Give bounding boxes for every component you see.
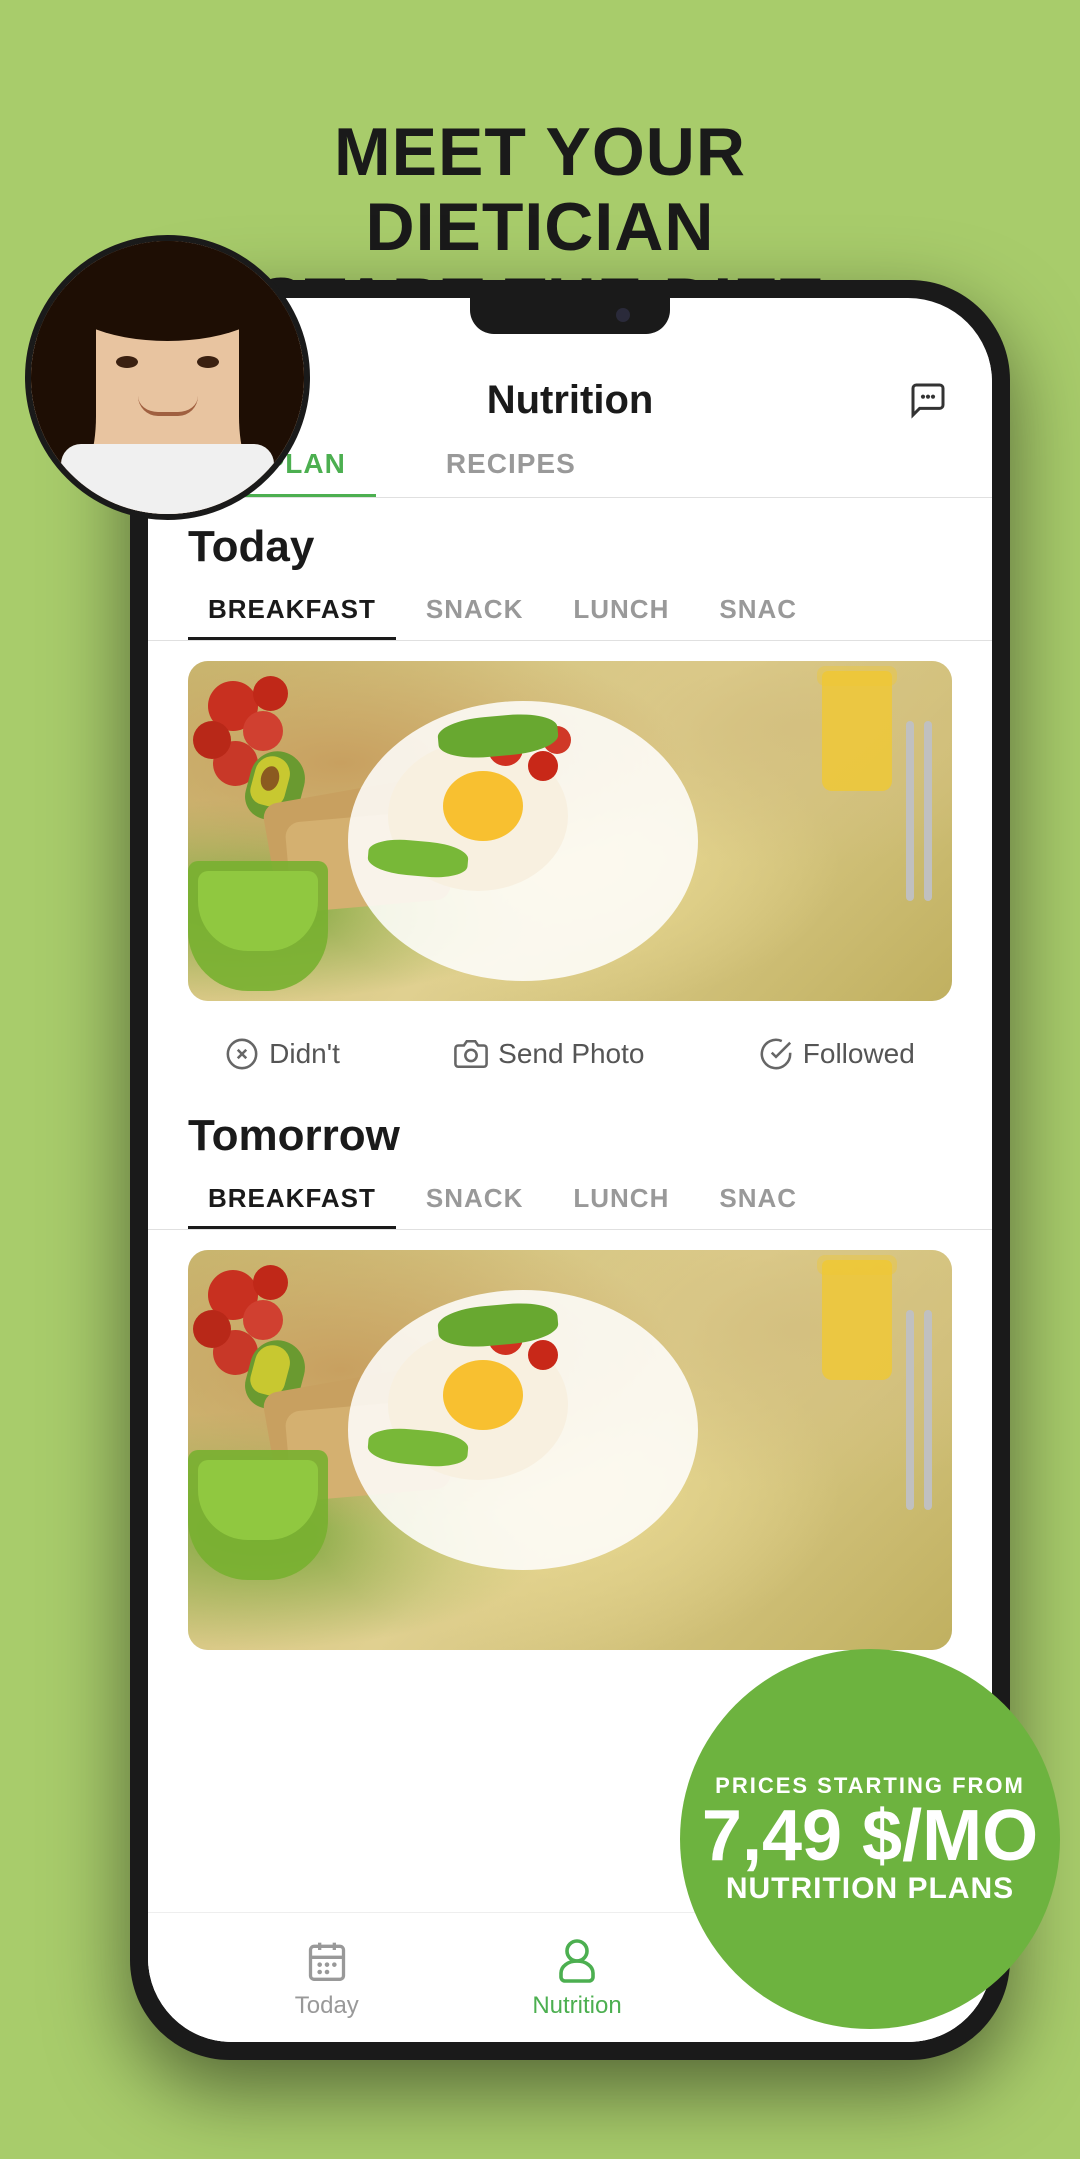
send-photo-button[interactable]: Send Photo [454, 1037, 644, 1071]
didnt-button[interactable]: Didn't [225, 1037, 340, 1071]
meal-tab-snack-tm[interactable]: SNACK [406, 1171, 543, 1229]
meal-tabs-today: BREAKFAST SNACK LUNCH SNAC [148, 582, 992, 641]
nav-nutrition-label: Nutrition [532, 1992, 621, 2020]
nav-today[interactable]: Today [295, 1936, 359, 2020]
nav-nutrition[interactable]: Nutrition [532, 1936, 621, 2020]
nav-title: Nutrition [236, 378, 904, 423]
phone-notch [470, 298, 670, 334]
meal-tab-snack[interactable]: SNACK [406, 582, 543, 640]
meal-tab-snack2-tm[interactable]: SNAC [699, 1171, 817, 1229]
dietician-avatar [25, 235, 310, 520]
meal-tab-breakfast-tm[interactable]: BREAKFAST [188, 1171, 396, 1229]
meal-tab-lunch-tm[interactable]: LUNCH [553, 1171, 689, 1229]
tab-recipes[interactable]: RECIPES [416, 434, 606, 497]
meal-tab-lunch[interactable]: LUNCH [553, 582, 689, 640]
nav-today-label: Today [295, 1992, 359, 2020]
camera-dot [616, 308, 630, 322]
price-plans: NUTRITION PLANS [726, 1872, 1014, 1906]
meal-tab-breakfast[interactable]: BREAKFAST [188, 582, 396, 640]
price-badge: PRICES STARTING FROM 7,49 $/MO NUTRITION… [680, 1649, 1060, 2029]
price-main: 7,49 $/MO [702, 1800, 1038, 1872]
food-image-today [188, 661, 952, 1001]
meal-tab-snack2[interactable]: SNAC [699, 582, 817, 640]
calendar-icon [302, 1936, 352, 1986]
chat-icon[interactable] [904, 376, 952, 424]
tomorrow-title: Tomorrow [148, 1087, 992, 1171]
tomorrow-section: Tomorrow BREAKFAST SNACK LUNCH [148, 1087, 992, 1650]
food-image-tomorrow [188, 1250, 952, 1650]
today-section: Today BREAKFAST SNACK LUNCH SN [148, 498, 992, 1087]
action-buttons-today: Didn't Send Photo [148, 1021, 992, 1087]
meal-tabs-tomorrow: BREAKFAST SNACK LUNCH SNAC [148, 1171, 992, 1230]
apple-icon [552, 1936, 602, 1986]
followed-button[interactable]: Followed [759, 1037, 915, 1071]
